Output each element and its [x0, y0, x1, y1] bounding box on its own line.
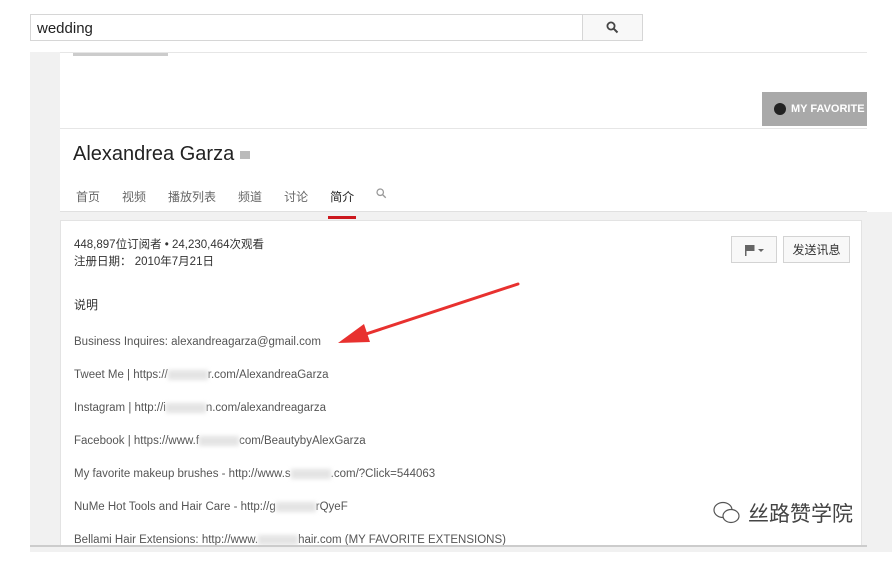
description-line: My favorite makeup brushes - http://www.… [74, 467, 506, 500]
description-line: NuMe Hot Tools and Hair Care - http://g r… [74, 500, 506, 533]
tab-channels[interactable]: 频道 [238, 188, 262, 213]
line-text: My favorite makeup brushes - http://www.… [74, 468, 291, 480]
line-text: .com/?Click=544063 [330, 468, 436, 480]
search-button[interactable] [582, 14, 643, 41]
redacted [290, 468, 331, 479]
flag-button[interactable] [731, 236, 777, 263]
redacted [165, 402, 206, 413]
stats-line: 448,897位订阅者 • 24,230,464次观看 [74, 239, 265, 251]
channel-name-text: Alexandrea Garza [73, 143, 235, 165]
line-text: r.com/AlexandreaGarza [207, 369, 329, 381]
tab-playlists[interactable]: 播放列表 [168, 188, 216, 213]
left-gutter [30, 52, 60, 552]
send-message-button[interactable]: 发送讯息 [783, 236, 850, 263]
bottom-border [30, 545, 867, 547]
line-text: n.com/alexandreagarza [205, 402, 327, 414]
tab-home[interactable]: 首页 [76, 188, 100, 213]
redacted [275, 501, 316, 512]
line-text: rQyeF [315, 501, 348, 513]
annotation-arrow [338, 282, 520, 343]
wechat-icon [713, 501, 740, 524]
channel-name: Alexandrea Garza [73, 143, 251, 166]
search-icon [606, 21, 619, 34]
tab-about[interactable]: 简介 [328, 188, 357, 219]
line-text: com/BeautybyAlexGarza [239, 435, 366, 447]
search-icon [376, 188, 387, 199]
description-line: Facebook | https://www.f com/BeautybyAlex… [74, 434, 506, 467]
logo-icon [774, 103, 786, 115]
divider [60, 128, 867, 129]
line-text: Tweet Me | https:// [74, 369, 168, 381]
line-text: Instagram | http://i [74, 402, 166, 414]
watermark-text: 丝路赞学院 [748, 503, 853, 526]
redacted [167, 369, 208, 380]
description-line: Bellami Hair Extensions: http://www. hair… [74, 533, 506, 566]
line-text: Facebook | https://www.f [74, 435, 200, 447]
verified-icon [240, 150, 251, 159]
banner-favorite-link[interactable]: MY FAVORITE [762, 92, 867, 126]
flag-icon [745, 244, 764, 256]
description-line: Instagram | http://i n.com/alexandreagarz… [74, 401, 506, 434]
channel-header: MY FAVORITE Alexandrea Garza 首页 视频 播放列表 … [60, 52, 867, 219]
description-line: Tweet Me | https:// r.com/AlexandreaGarza [74, 368, 506, 401]
redacted [199, 435, 240, 446]
search-input[interactable]: wedding [30, 14, 583, 41]
watermark: 丝路赞学院 [712, 498, 853, 528]
tab-search[interactable] [376, 188, 387, 213]
channel-stats: 448,897位订阅者 • 24,230,464次观看 注册日期： 2010年7… [74, 237, 264, 271]
banner-stub [73, 53, 168, 56]
line-text: Business Inquires: alexandreagarza@gmail… [74, 336, 321, 348]
redacted [258, 534, 299, 545]
tab-discussion[interactable]: 讨论 [284, 188, 308, 213]
channel-tabs: 首页 视频 播放列表 频道 讨论 简介 [76, 188, 409, 219]
tab-videos[interactable]: 视频 [122, 188, 146, 213]
line-text: NuMe Hot Tools and Hair Care - http://g [74, 501, 276, 513]
favorite-label: MY FAVORITE [791, 103, 865, 115]
joined-date: 注册日期： 2010年7月21日 [74, 256, 214, 268]
